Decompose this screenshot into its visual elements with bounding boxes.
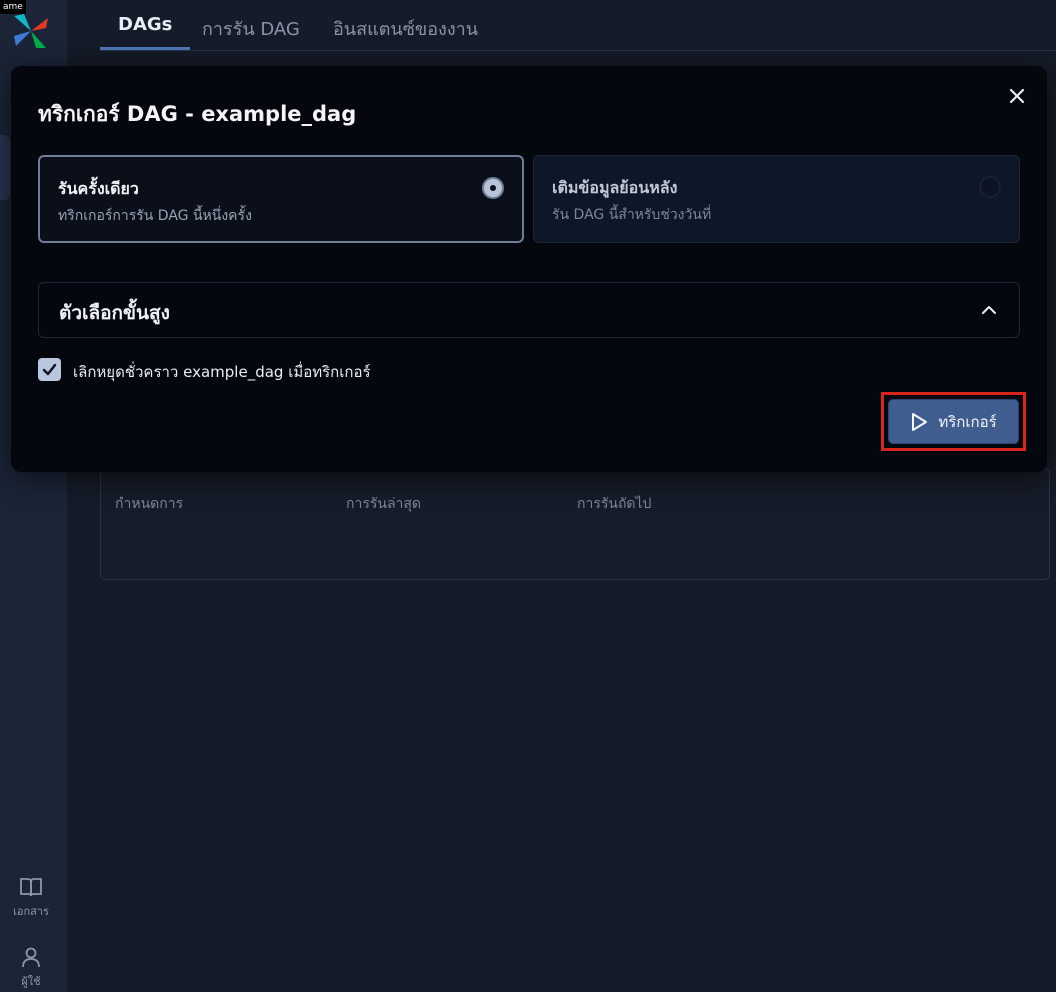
option-backfill[interactable]: เติมข้อมูลย้อนหลัง รัน DAG นี้สำหรับช่วง… [533, 155, 1020, 243]
option-description: รัน DAG นี้สำหรับช่วงวันที่ [552, 207, 712, 223]
option-description: ทริกเกอร์การรัน DAG นี้หนึ่งครั้ง [58, 208, 252, 224]
chevron-up-icon [982, 306, 996, 314]
user-icon [22, 947, 40, 968]
trigger-button[interactable]: ทริกเกอร์ [888, 399, 1019, 444]
tooltip: ame [0, 0, 26, 14]
trigger-dag-modal: ทริกเกอร์ DAG - example_dag รันครั้งเดีย… [11, 66, 1047, 472]
tab-dag-runs[interactable]: การรัน DAG [202, 14, 300, 55]
sidebar-item-label: ผู้ใช้ [21, 975, 41, 988]
trigger-button-label: ทริกเกอร์ [938, 412, 997, 431]
option-title: เติมข้อมูลย้อนหลัง [552, 178, 678, 197]
dag-details-card: กำหนดการ การรันล่าสุด การรันถัดไป [100, 468, 1050, 580]
close-icon[interactable] [1005, 84, 1029, 108]
trigger-highlight: ทริกเกอร์ [881, 392, 1026, 451]
radio-unselected[interactable] [979, 176, 1001, 198]
option-single-run[interactable]: รันครั้งเดียว ทริกเกอร์การรัน DAG นี้หนึ… [38, 155, 524, 243]
option-title: รันครั้งเดียว [58, 179, 139, 198]
top-tabs: DAGs การรัน DAG อินสแตนซ์ของงาน [100, 0, 1056, 51]
airflow-logo-icon[interactable] [10, 10, 52, 52]
play-icon [912, 412, 928, 431]
column-next-run: การรันถัดไป [577, 496, 652, 512]
sidebar-active-indicator [0, 135, 10, 200]
tab-task-instances[interactable]: อินสแตนซ์ของงาน [333, 14, 478, 55]
book-icon [20, 878, 42, 897]
radio-selected[interactable] [482, 177, 504, 199]
tab-dags[interactable]: DAGs [100, 14, 191, 50]
sidebar-item-user[interactable]: ผู้ใช้ [0, 946, 62, 990]
column-latest-run: การรันล่าสุด [346, 496, 422, 512]
advanced-options-accordion[interactable]: ตัวเลือกขั้นสูง [38, 282, 1020, 338]
check-icon [42, 363, 57, 376]
sidebar-item-docs[interactable]: เอกสาร [0, 876, 62, 920]
modal-title: ทริกเกอร์ DAG - example_dag [38, 102, 357, 126]
advanced-options-label: ตัวเลือกขั้นสูง [59, 302, 170, 324]
sidebar-item-label: เอกสาร [13, 905, 49, 918]
unpause-checkbox-label: เลิกหยุดชั่วคราว example_dag เมื่อทริกเก… [73, 363, 371, 381]
column-schedule: กำหนดการ [115, 496, 184, 512]
unpause-checkbox[interactable] [38, 358, 61, 381]
